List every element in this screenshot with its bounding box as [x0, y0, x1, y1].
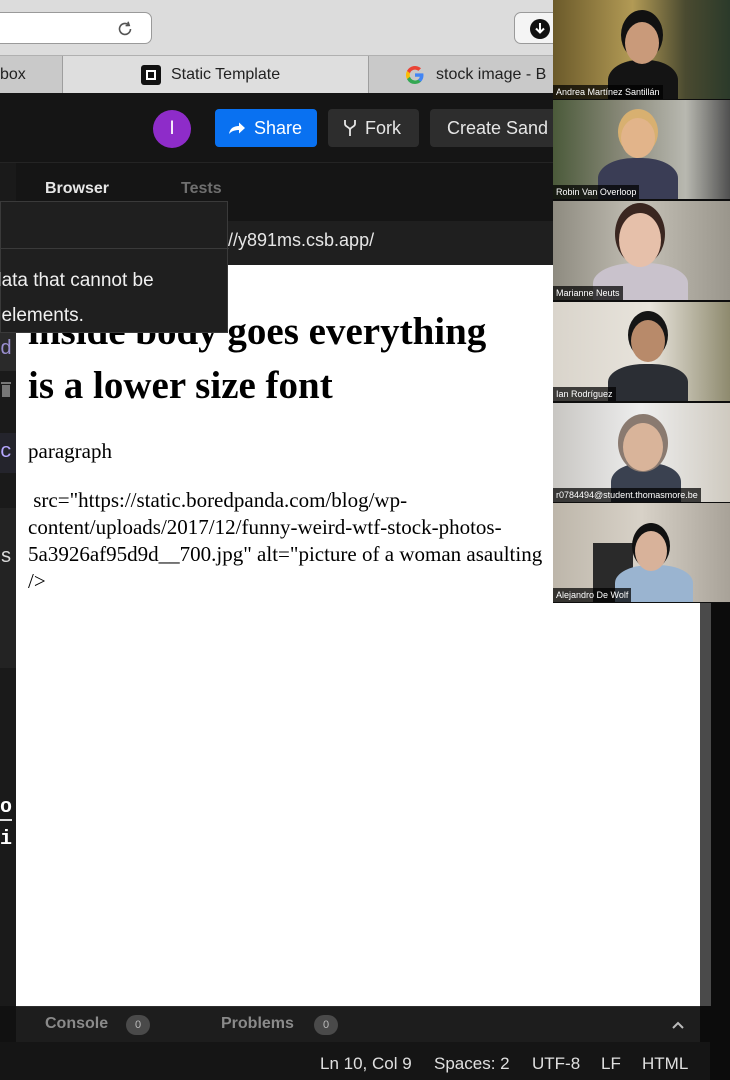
tab-label: Static Template	[171, 66, 281, 83]
browser-tab-static-template[interactable]: Static Template	[62, 56, 369, 94]
tooltip-divider	[1, 248, 229, 249]
sidebar-char: s	[0, 546, 13, 569]
participant-name: Marianne Neuts	[553, 286, 623, 300]
browser-toolbar	[0, 0, 564, 55]
preview-scrollbar[interactable]	[700, 603, 711, 1006]
divider	[0, 819, 12, 821]
tooltip-text: data that cannot be t elements.	[0, 270, 154, 326]
participant-name: Ian Rodríguez	[553, 387, 616, 401]
download-icon	[530, 19, 550, 39]
encoding[interactable]: UTF-8	[532, 1054, 580, 1074]
participant-name: r0784494@student.thomasmore.be	[553, 488, 701, 502]
status-bar: Ln 10, Col 9 Spaces: 2 UTF-8 LF HTML	[0, 1042, 710, 1080]
url-bar[interactable]	[0, 12, 152, 44]
participant-video	[623, 423, 663, 471]
google-icon	[406, 66, 424, 84]
participant-tile[interactable]: Marianne Neuts	[553, 201, 730, 300]
sidebar-char: i	[0, 828, 13, 851]
chevron-up-icon[interactable]	[671, 1020, 685, 1030]
avatar[interactable]: I	[153, 110, 191, 148]
participant-tile[interactable]: Ian Rodríguez	[553, 302, 730, 401]
participant-video	[608, 364, 688, 401]
create-sandbox-label: Create Sand	[447, 117, 549, 138]
cursor-position[interactable]: Ln 10, Col 9	[320, 1054, 412, 1074]
console-count-badge: 0	[126, 1015, 150, 1035]
create-sandbox-button[interactable]: Create Sand	[430, 109, 570, 147]
participant-tile[interactable]: Alejandro De Wolf	[553, 503, 730, 602]
fork-label: Fork	[365, 117, 401, 138]
problems-tab[interactable]: Problems	[221, 1015, 294, 1033]
sidebar-char: c	[0, 441, 13, 464]
sidebar-char: d	[0, 338, 13, 361]
sidebar-panel	[0, 508, 16, 668]
browser-tab-bar: box Static Template stock image - B	[0, 55, 553, 94]
sandbox-header: I Share Fork Create Sand	[0, 93, 570, 163]
preview-url[interactable]: //y891ms.csb.app/	[228, 230, 374, 251]
fork-button[interactable]: Fork	[328, 109, 419, 147]
participant-video	[625, 22, 659, 64]
console-tab[interactable]: Console	[45, 1015, 108, 1033]
video-participants: Andrea Martínez Santillán Robin Van Over…	[553, 0, 730, 603]
participant-video	[635, 531, 667, 571]
language-mode[interactable]: HTML	[642, 1054, 688, 1074]
participant-tile[interactable]: Robin Van Overloop	[553, 100, 730, 199]
trash-icon[interactable]	[0, 378, 12, 400]
console-bar: Console 0 Problems 0	[16, 1006, 700, 1042]
reload-icon[interactable]	[115, 19, 135, 39]
share-button[interactable]: Share	[215, 109, 317, 147]
participant-name: Alejandro De Wolf	[553, 588, 632, 602]
browser-tab-stock-image[interactable]: stock image - B	[370, 56, 553, 94]
tab-tests[interactable]: Tests	[181, 180, 222, 198]
indentation-setting[interactable]: Spaces: 2	[434, 1054, 510, 1074]
browser-tab-codesandbox[interactable]: box	[0, 56, 62, 94]
participant-video	[631, 320, 665, 362]
participant-name: Robin Van Overloop	[553, 185, 640, 199]
problems-count-badge: 0	[314, 1015, 338, 1035]
participant-name: Andrea Martínez Santillán	[553, 85, 663, 99]
tab-label: stock image - B	[436, 66, 547, 83]
tab-label: box	[0, 66, 26, 83]
tab-browser[interactable]: Browser	[45, 180, 109, 198]
share-label: Share	[254, 117, 303, 138]
line-ending[interactable]: LF	[601, 1054, 621, 1074]
participant-video	[619, 213, 661, 267]
participant-tile[interactable]: Andrea Martínez Santillán	[553, 0, 730, 99]
fork-icon	[344, 120, 356, 136]
tooltip: data that cannot be t elements.	[0, 201, 229, 333]
codesandbox-favicon-icon	[141, 65, 161, 85]
participant-video	[621, 118, 655, 158]
preview-paragraph: paragraph	[28, 439, 112, 463]
sidebar-char: o	[0, 796, 13, 819]
participant-tile[interactable]: r0784494@student.thomasmore.be	[553, 403, 730, 502]
share-arrow-icon	[229, 122, 245, 134]
